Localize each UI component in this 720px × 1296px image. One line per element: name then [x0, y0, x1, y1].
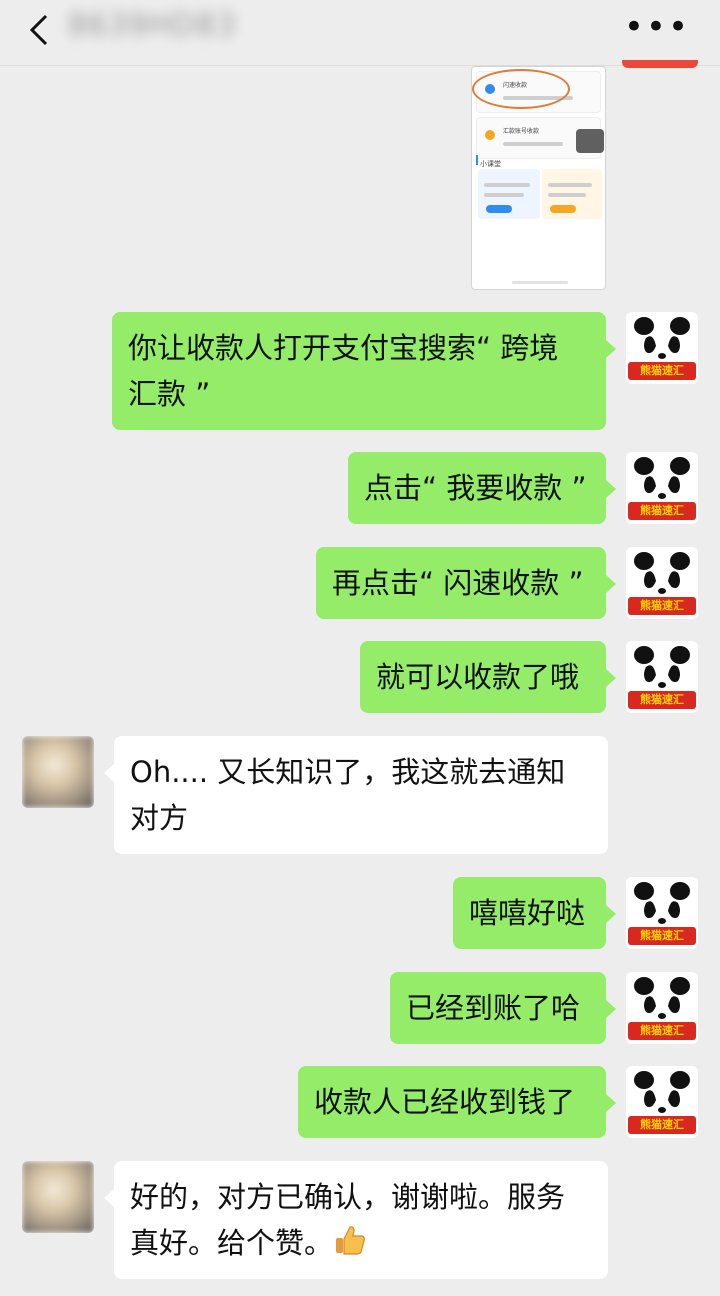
shot-card-orange: [542, 169, 602, 219]
bubble-tail: [606, 1094, 616, 1112]
peer-avatar-image: [22, 1161, 94, 1233]
message-bubble[interactable]: 点击“ 我要收款 ”: [348, 452, 606, 524]
message-text-line: Oh.... 又长知识了，我这就去通知: [130, 755, 566, 789]
panda-badge-label: 熊猫速汇: [628, 691, 696, 709]
bubble-tail: [606, 669, 616, 687]
message-text-line: 收款人已经收到钱了: [314, 1085, 576, 1119]
message-outgoing: 熊猫速汇 收款人已经收到钱了: [0, 1066, 720, 1138]
message-text-line: 再点击“ 闪速收款 ”: [332, 566, 584, 600]
panda-badge-label: 熊猫速汇: [628, 502, 696, 520]
message-bubble[interactable]: 你让收款人打开支付宝搜索“ 跨境 汇款 ”: [112, 312, 606, 430]
panda-avatar[interactable]: 熊猫速汇: [626, 641, 698, 713]
bubble-tail: [104, 1189, 114, 1207]
panda-avatar[interactable]: 熊猫速汇: [626, 877, 698, 949]
coin-icon: [485, 130, 495, 140]
message-bubble[interactable]: 好的，对方已确认，谢谢啦。服务真好。给个赞。: [114, 1161, 608, 1279]
chat-header: 8639HD83 •••: [0, 0, 720, 66]
message-outgoing: 熊猫速汇 已经到账了哈: [0, 972, 720, 1044]
message-text-line: 对方: [130, 801, 189, 835]
message-bubble[interactable]: 嘻嘻好哒: [453, 877, 606, 949]
highlight-circle: [472, 69, 570, 109]
message-outgoing: 熊猫速汇 嘻嘻好哒: [0, 877, 720, 949]
peer-avatar[interactable]: [22, 736, 94, 808]
bubble-tail: [606, 905, 616, 923]
message-bubble[interactable]: 收款人已经收到钱了: [298, 1066, 606, 1138]
message-text-line: 汇款 ”: [128, 377, 211, 411]
section-marker: [476, 155, 478, 165]
message-text-line: 已经到账了哈: [406, 991, 581, 1025]
shot-item-title: 汇款账号收款: [503, 128, 540, 135]
panda-badge-label: 熊猫速汇: [628, 1116, 696, 1134]
panda-badge-label: 熊猫速汇: [628, 927, 696, 945]
message-text-line: 你让收款人打开支付宝搜索“ 跨境: [128, 331, 559, 365]
shot-card-blue: [478, 169, 540, 219]
message-outgoing: 熊猫速汇 你让收款人打开支付宝搜索“ 跨境 汇款 ”: [0, 312, 720, 430]
message-bubble[interactable]: Oh.... 又长知识了，我这就去通知 对方: [114, 736, 608, 854]
panda-badge-label: 熊猫速汇: [628, 597, 696, 615]
message-incoming: 好的，对方已确认，谢谢啦。服务真好。给个赞。: [0, 1161, 720, 1279]
chat-title: 8639HD83: [68, 8, 237, 43]
panda-badge-label: 熊猫速汇: [628, 1022, 696, 1040]
bubble-tail: [606, 1000, 616, 1018]
bubble-tail: [606, 480, 616, 498]
panda-avatar[interactable]: 熊猫速汇: [626, 1066, 698, 1138]
panda-avatar[interactable]: 熊猫速汇: [626, 312, 698, 384]
share-feedback-button: [576, 129, 604, 153]
message-outgoing: 熊猫速汇 点击“ 我要收款 ”: [0, 452, 720, 524]
panda-badge-label: 熊猫速汇: [628, 362, 696, 380]
bubble-tail: [606, 340, 616, 358]
peer-avatar-image: [22, 736, 94, 808]
thumbs-up-icon: [336, 1226, 365, 1255]
bubble-tail: [104, 764, 114, 782]
message-bubble[interactable]: 已经到账了哈: [390, 972, 606, 1044]
message-outgoing: 熊猫速汇 就可以收款了哦: [0, 641, 720, 713]
message-bubble[interactable]: 就可以收款了哦: [360, 641, 606, 713]
panda-avatar[interactable]: 熊猫速汇: [626, 972, 698, 1044]
more-horizontal-icon[interactable]: •••: [624, 10, 690, 44]
message-text-line: 好的，对方已确认，谢谢啦。服务: [130, 1180, 566, 1214]
chevron-left-icon[interactable]: [20, 10, 60, 50]
shared-screenshot-image[interactable]: 闪速收款 汇款账号收款 小课堂: [471, 66, 606, 290]
message-text-line: 真好。给个赞。: [130, 1220, 592, 1266]
shot-section-title: 小课堂: [480, 160, 501, 168]
message-text-line: 嘻嘻好哒: [469, 896, 586, 930]
message-text-line: 就可以收款了哦: [376, 660, 580, 694]
panda-avatar[interactable]: 熊猫速汇: [626, 547, 698, 619]
text-line: [503, 142, 563, 146]
peer-avatar[interactable]: [22, 1161, 94, 1233]
bubble-tail: [606, 575, 616, 593]
message-outgoing: 熊猫速汇 再点击“ 闪速收款 ”: [0, 547, 720, 619]
message-text-line: 点击“ 我要收款 ”: [364, 471, 587, 505]
message-incoming: Oh.... 又长知识了，我这就去通知 对方: [0, 736, 720, 854]
partial-panda-badge: [622, 60, 698, 68]
panda-avatar[interactable]: 熊猫速汇: [626, 452, 698, 524]
message-bubble[interactable]: 再点击“ 闪速收款 ”: [316, 547, 606, 619]
